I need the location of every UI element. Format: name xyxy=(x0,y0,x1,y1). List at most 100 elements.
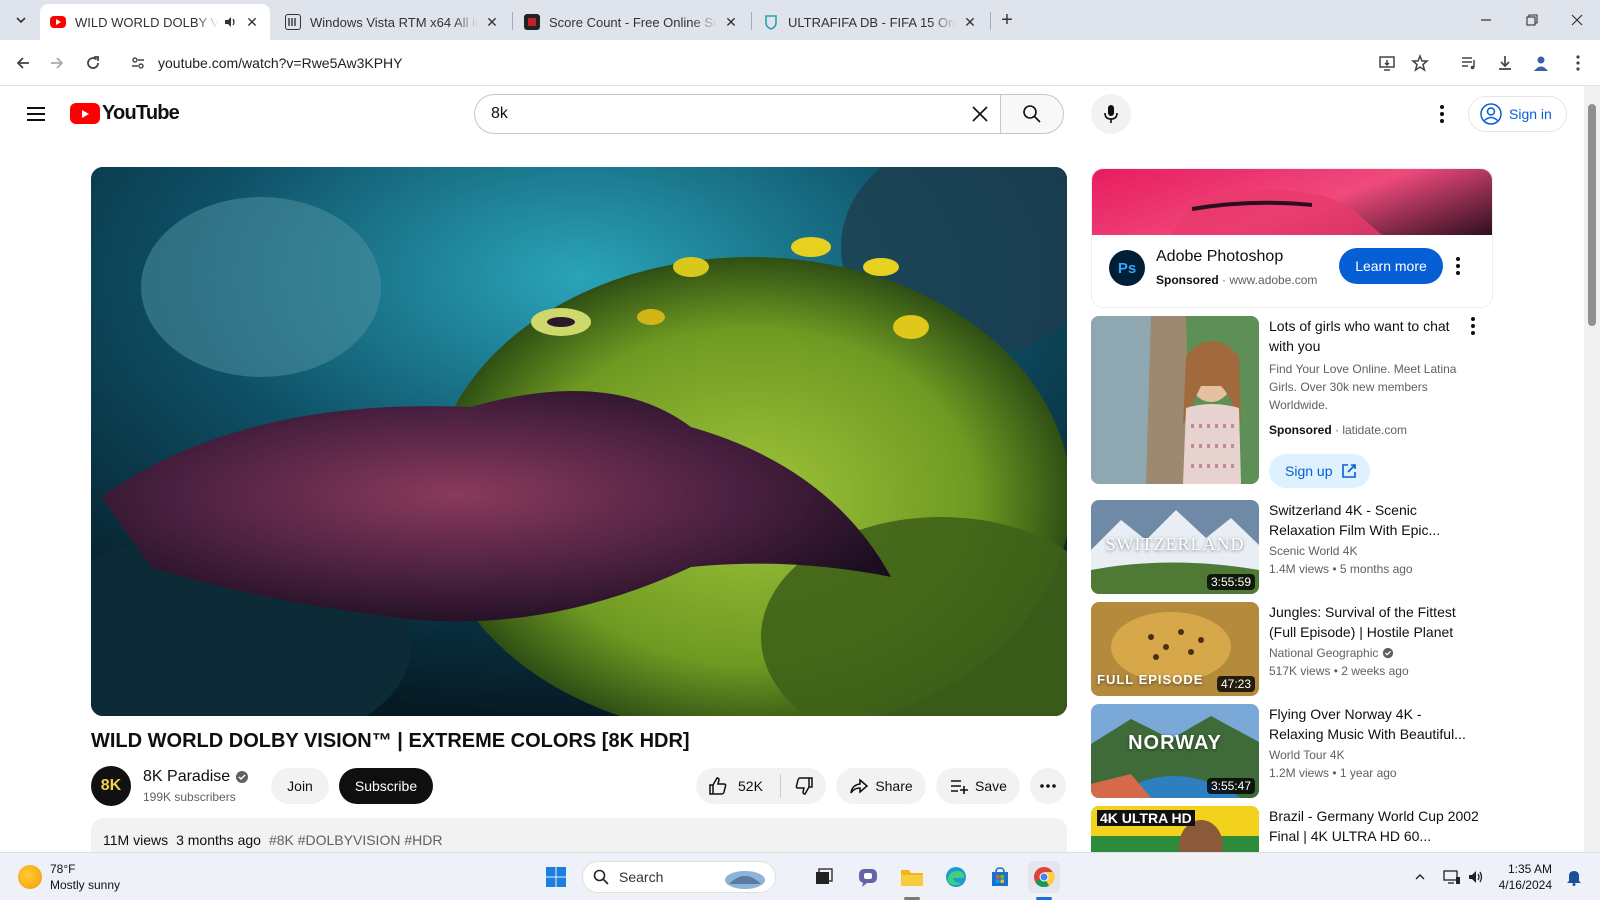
tab-divider xyxy=(751,12,752,30)
ad-description: Find Your Love Online. Meet Latina Girls… xyxy=(1269,362,1457,412)
sponsored-label: Sponsored xyxy=(1269,423,1332,437)
sponsored-video-ad[interactable]: Lots of girls who want to chat with you … xyxy=(1091,314,1493,488)
microsoft-store-icon[interactable] xyxy=(984,861,1016,893)
chat-app-icon[interactable] xyxy=(852,861,884,893)
settings-kebab-icon[interactable] xyxy=(1430,102,1454,126)
more-actions-button[interactable] xyxy=(1030,768,1066,804)
clock-time: 1:35 AM xyxy=(1507,862,1552,876)
new-tab-icon[interactable]: + xyxy=(996,9,1018,31)
recommended-video[interactable]: NORWAY 3:55:47 Flying Over Norway 4K - R… xyxy=(1091,704,1493,798)
back-arrow-icon[interactable] xyxy=(10,50,36,76)
video-thumbnail: FULL EPISODE 47:23 xyxy=(1091,602,1259,696)
ad2-domain: latidate.com xyxy=(1342,423,1408,437)
ad-banner-image xyxy=(1092,169,1492,235)
voice-search-button[interactable] xyxy=(1091,94,1131,134)
sign-in-button[interactable]: Sign in xyxy=(1468,96,1567,132)
install-app-icon[interactable] xyxy=(1374,50,1400,76)
close-window-icon[interactable] xyxy=(1555,6,1599,34)
minimize-icon[interactable] xyxy=(1464,6,1508,34)
search-input[interactable] xyxy=(491,105,931,123)
video-thumbnail: 4K ULTRA HD xyxy=(1091,806,1259,852)
sign-up-button[interactable]: Sign up xyxy=(1269,454,1371,488)
recommended-video[interactable]: 4K ULTRA HD Brazil - Germany World Cup 2… xyxy=(1091,806,1493,852)
taskbar-search-box[interactable]: Search xyxy=(582,861,776,893)
like-dislike-group: 52K xyxy=(696,768,826,804)
browser-menu-icon[interactable] xyxy=(1565,50,1591,76)
channel-name-text: 8K Paradise xyxy=(143,768,231,785)
subscribe-button[interactable]: Subscribe xyxy=(339,768,433,804)
recommended-video[interactable]: FULL EPISODE 47:23 Jungles: Survival of … xyxy=(1091,602,1493,696)
file-explorer-icon[interactable] xyxy=(896,861,928,893)
tab-windows-vista[interactable]: Windows Vista RTM x64 All in One ✕ xyxy=(275,4,510,40)
close-tab-icon[interactable]: ✕ xyxy=(723,14,739,30)
youtube-favicon-icon xyxy=(50,16,66,28)
system-clock[interactable]: 1:35 AM 4/16/2024 xyxy=(1484,861,1552,893)
thumbs-up-icon xyxy=(709,777,727,795)
clock-date: 4/16/2024 xyxy=(1498,878,1552,892)
tab-search-icon[interactable] xyxy=(10,9,32,31)
chrome-browser-icon[interactable] xyxy=(1028,861,1060,893)
youtube-logo[interactable]: YouTube xyxy=(70,102,180,125)
tab-score-count[interactable]: Score Count - Free Online Score ✕ xyxy=(514,4,749,40)
close-tab-icon[interactable]: ✕ xyxy=(244,14,260,30)
thumbs-down-icon xyxy=(795,777,813,795)
learn-more-button[interactable]: Learn more xyxy=(1339,248,1443,284)
youtube-header: YouTube Sign in xyxy=(0,86,1584,142)
restore-icon[interactable] xyxy=(1510,6,1554,34)
close-tab-icon[interactable]: ✕ xyxy=(484,14,500,30)
save-button[interactable]: Save xyxy=(936,768,1020,804)
video-title: Flying Over Norway 4K - Relaxing Music W… xyxy=(1269,706,1466,742)
channel-avatar[interactable]: 8K xyxy=(91,766,131,806)
bookmark-star-icon[interactable] xyxy=(1407,50,1433,76)
media-controls-icon[interactable] xyxy=(1456,50,1482,76)
search-button[interactable] xyxy=(1000,94,1064,134)
sunny-weather-icon xyxy=(18,865,42,889)
address-bar[interactable]: youtube.com/watch?v=Rwe5Aw3KPHY xyxy=(120,46,1350,80)
windows-taskbar: 78°F Mostly sunny Search 1:35 AM 4/16/20… xyxy=(0,852,1600,900)
tab-youtube[interactable]: WILD WORLD DOLBY VISION™ | EXTREME COLOR… xyxy=(40,4,270,40)
video-stats: 517K views • 2 weeks ago xyxy=(1269,664,1409,678)
download-icon[interactable] xyxy=(1492,50,1518,76)
share-button[interactable]: Share xyxy=(836,768,926,804)
sponsored-ad-card[interactable]: Ps Adobe Photoshop Sponsored · www.adobe… xyxy=(1091,168,1493,308)
close-tab-icon[interactable]: ✕ xyxy=(962,14,978,30)
like-count: 52K xyxy=(738,778,763,794)
youtube-play-icon xyxy=(70,103,100,124)
search-box xyxy=(474,94,1000,134)
sponsored-label: Sponsored xyxy=(1156,273,1219,287)
tab-title: WILD WORLD DOLBY VISION™ | EXTREME COLOR… xyxy=(75,14,218,30)
tab-ultrafifa[interactable]: ULTRAFIFA DB - FIFA 15 Original ✕ xyxy=(753,4,988,40)
forward-arrow-icon[interactable] xyxy=(44,50,70,76)
video-player[interactable] xyxy=(91,167,1067,716)
network-icon[interactable] xyxy=(1440,865,1464,889)
hashtags[interactable]: #8K #DOLBYVISION #HDR xyxy=(269,832,443,848)
profile-icon[interactable] xyxy=(1528,50,1554,76)
ad-options-kebab-icon[interactable] xyxy=(1446,254,1470,278)
search-icon xyxy=(1023,105,1041,123)
notification-bell-icon[interactable] xyxy=(1562,865,1586,889)
edge-browser-icon[interactable] xyxy=(940,861,972,893)
weather-widget[interactable]: 78°F Mostly sunny xyxy=(18,861,120,893)
show-hidden-icons-chevron-icon[interactable] xyxy=(1408,865,1432,889)
channel-name[interactable]: 8K Paradise xyxy=(143,768,249,786)
video-duration: 47:23 xyxy=(1216,676,1255,692)
channel-name-text: National Geographic xyxy=(1269,646,1379,660)
recommended-video[interactable]: SWITZERLAND 3:55:59 Switzerland 4K - Sce… xyxy=(1091,500,1493,594)
site-info-icon[interactable] xyxy=(128,53,148,73)
task-view-icon[interactable] xyxy=(808,861,840,893)
page-scrollbar-thumb[interactable] xyxy=(1588,104,1596,326)
windows-start-icon[interactable] xyxy=(540,861,572,893)
clear-search-icon[interactable] xyxy=(968,102,992,126)
search-icon xyxy=(593,869,609,885)
speaker-icon[interactable] xyxy=(222,14,238,30)
external-link-icon xyxy=(1342,464,1357,478)
ad2-options-kebab-icon[interactable] xyxy=(1461,314,1485,338)
video-duration: 3:55:59 xyxy=(1206,574,1255,590)
hamburger-menu-icon[interactable] xyxy=(22,100,50,128)
dislike-button[interactable] xyxy=(781,768,826,804)
like-button[interactable]: 52K xyxy=(696,768,780,804)
microphone-icon xyxy=(1104,105,1118,123)
join-button[interactable]: Join xyxy=(271,768,329,804)
sign-up-label: Sign up xyxy=(1285,463,1333,479)
reload-icon[interactable] xyxy=(80,50,106,76)
